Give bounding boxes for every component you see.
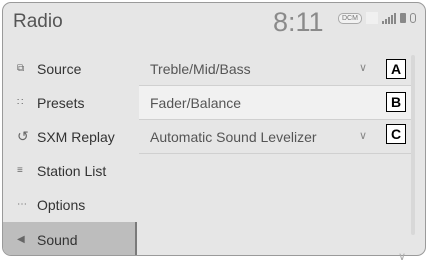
list-item-automatic-sound-levelizer[interactable]: Automatic Sound Levelizer ∨ [139, 120, 415, 154]
options-icon: ⋯ [17, 199, 27, 210]
clock: 8:11 [273, 7, 324, 37]
screen-frame: Radio 8:11 ⧉ Source ∷ Presets ↺ SXM Repl… [2, 2, 426, 256]
sidebar-item-label: Presets [37, 94, 85, 111]
sidebar-item-station-list[interactable]: ≡ Station List [3, 154, 137, 187]
chevron-down-icon: ∨ [359, 62, 368, 74]
callout-b: B [386, 92, 406, 112]
sidebar-item-label: Sound [37, 231, 78, 248]
sidebar: ⧉ Source ∷ Presets ↺ SXM Replay ≡ Statio… [3, 50, 137, 255]
battery-icon [399, 13, 406, 23]
sidebar-item-sound[interactable]: ◀ Sound [3, 222, 137, 255]
dcm-badge: DCM [338, 12, 362, 24]
presets-icon: ∷ [17, 97, 24, 108]
status-icons: DCM [338, 10, 416, 26]
sound-settings-list: Treble/Mid/Bass ∨ Fader/Balance Automati… [139, 50, 415, 255]
station-list-icon: ≡ [17, 165, 23, 176]
scroll-down-icon[interactable]: ∨ [398, 250, 406, 263]
sidebar-item-options[interactable]: ⋯ Options [3, 188, 137, 221]
callout-a: A [386, 59, 406, 79]
bluetooth-icon [409, 13, 416, 23]
sidebar-item-source[interactable]: ⧉ Source [3, 52, 137, 85]
sidebar-item-sxm-replay[interactable]: ↺ SXM Replay [3, 120, 137, 153]
list-item-label: Automatic Sound Levelizer [150, 128, 317, 145]
list-item-label: Treble/Mid/Bass [150, 60, 251, 77]
sidebar-item-label: Options [37, 196, 86, 213]
list-item-treble-mid-bass[interactable]: Treble/Mid/Bass ∨ [139, 52, 415, 86]
speaker-icon: ◀ [17, 234, 25, 245]
source-icon: ⧉ [17, 63, 25, 74]
sidebar-item-presets[interactable]: ∷ Presets [3, 86, 137, 119]
signal-strength-icon [381, 12, 396, 24]
list-item-fader-balance[interactable]: Fader/Balance [139, 86, 415, 120]
chevron-down-icon: ∨ [359, 130, 368, 142]
callout-c: C [386, 124, 406, 144]
list-item-label: Fader/Balance [150, 94, 242, 111]
sidebar-item-label: Source [37, 60, 82, 77]
page-title: Radio [13, 11, 63, 32]
sidebar-item-label: Station List [37, 162, 107, 179]
scrollbar[interactable] [411, 55, 415, 235]
status-icon [365, 12, 378, 24]
sidebar-item-label: SXM Replay [37, 128, 115, 145]
replay-icon: ↺ [17, 128, 29, 144]
